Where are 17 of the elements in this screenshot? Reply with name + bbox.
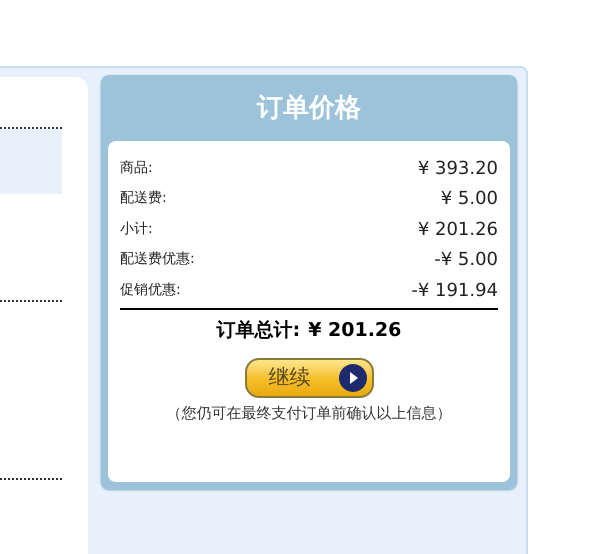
price-value: ¥ 5.00 xyxy=(440,187,498,212)
price-label: 配送费优惠: xyxy=(120,250,195,270)
price-value: -¥ 5.00 xyxy=(434,248,498,272)
note-text: （您仍可在最终支付订单前确认以上信息） xyxy=(166,403,452,424)
price-label: 配送费: xyxy=(120,189,167,208)
price-label: 促销优惠: xyxy=(120,280,181,300)
price-label: 商品: xyxy=(120,158,153,178)
panel-title: 订单价格 xyxy=(256,92,362,124)
price-label: 小计: xyxy=(120,220,153,239)
play-icon xyxy=(338,363,368,393)
row-highlight xyxy=(0,129,62,194)
total-value: ¥ 201.26 xyxy=(308,318,402,342)
price-value: ¥ 393.20 xyxy=(418,156,498,181)
total-label: 订单总计: xyxy=(216,318,300,342)
price-value: -¥ 191.94 xyxy=(411,278,498,303)
price-value: ¥ 201.26 xyxy=(418,218,498,242)
continue-button[interactable]: 继续 xyxy=(244,358,374,398)
